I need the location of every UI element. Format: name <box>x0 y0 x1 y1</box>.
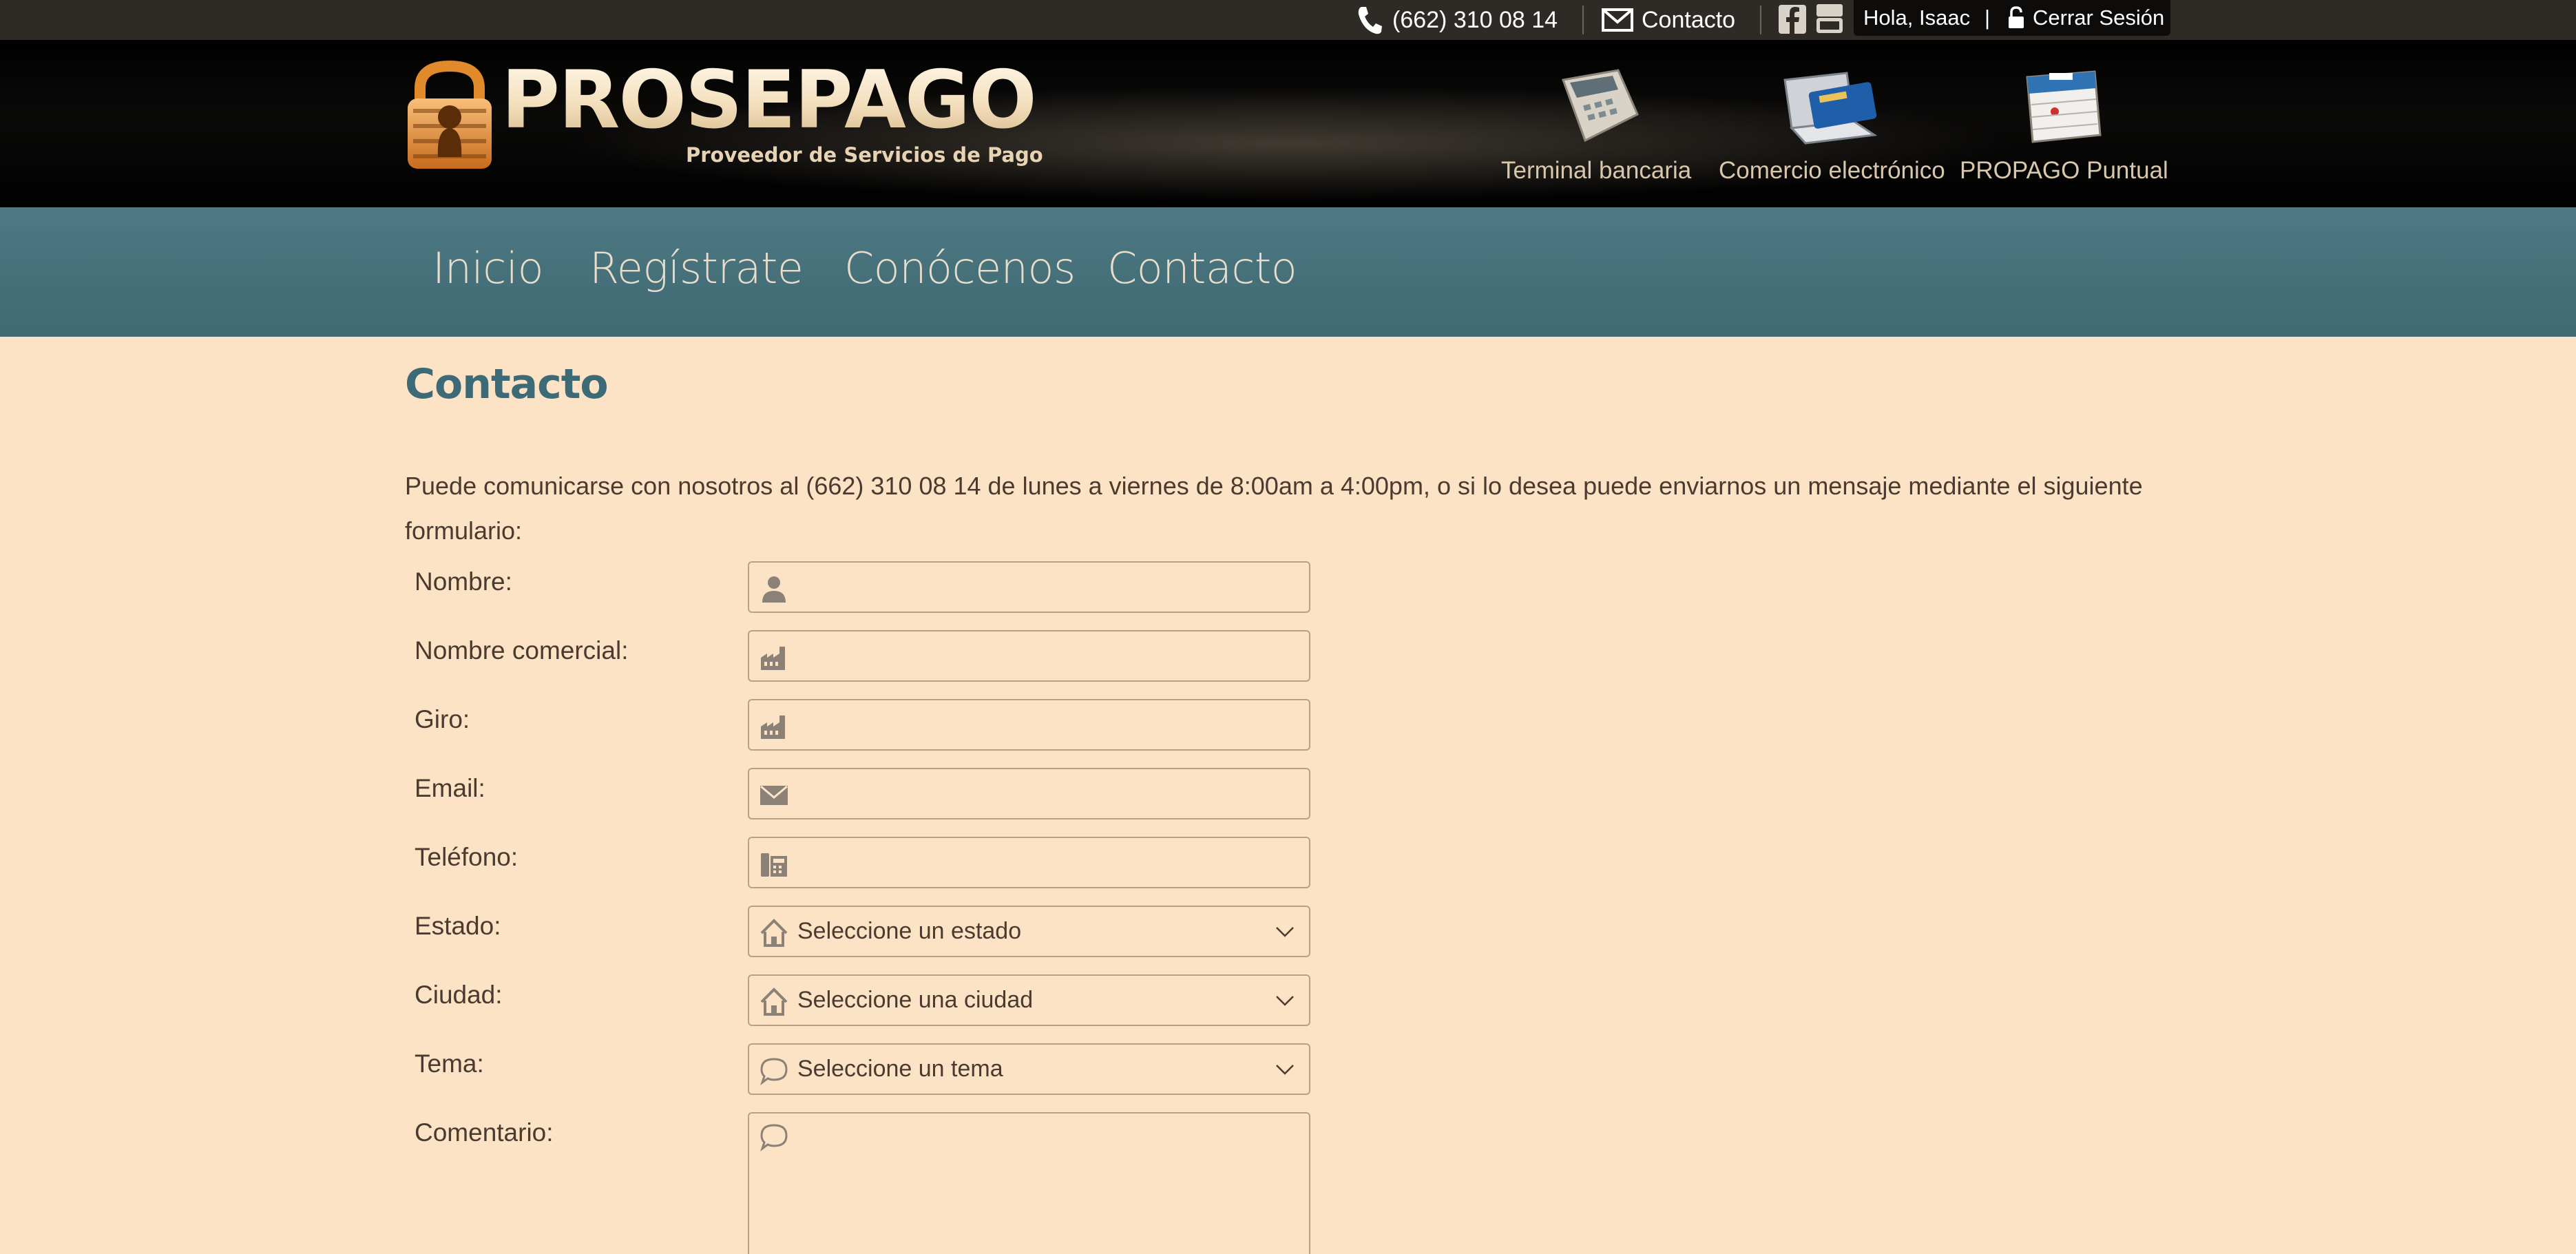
business-name-field[interactable] <box>748 630 1310 682</box>
nav-item-conocenos[interactable]: Conócenos <box>844 243 1076 293</box>
contact-link[interactable]: Contacto <box>1602 0 1735 40</box>
city-select[interactable]: Seleccione una ciudad <box>748 974 1310 1026</box>
nav-item-inicio[interactable]: Inicio <box>432 243 544 293</box>
name-input[interactable] <box>797 563 1268 612</box>
service-propago-puntual[interactable]: PROPAGO Puntual <box>1960 40 2168 207</box>
service-terminal-bancaria[interactable]: Terminal bancaria <box>1501 40 1691 207</box>
calendar-icon <box>2026 70 2102 143</box>
field-label: Ciudad: <box>415 981 503 1009</box>
site-header: PROSEPAGO Proveedor de Servicios de Pago… <box>0 40 2576 207</box>
phone-book-icon <box>761 853 787 877</box>
contact-label: Contacto <box>1642 6 1736 33</box>
state-select-value: Seleccione un estado <box>797 918 1022 944</box>
comment-textarea[interactable] <box>797 1122 1301 1254</box>
page-title: Contacto <box>405 360 609 408</box>
unlock-icon <box>2009 6 2024 28</box>
divider <box>1582 6 1584 34</box>
padlock-logo-icon <box>408 61 492 169</box>
user-greeting: Hola, Isaac <box>1863 6 1971 30</box>
factory-icon <box>761 647 785 670</box>
business-type-field[interactable] <box>748 699 1310 751</box>
phone-input[interactable] <box>797 838 1268 887</box>
nav-item-contacto[interactable]: Contacto <box>1107 243 1297 293</box>
envelope-icon <box>760 785 788 805</box>
field-label: Comentario: <box>415 1118 554 1147</box>
phone-icon <box>1358 7 1382 34</box>
service-label: PROPAGO Puntual <box>1960 157 2168 184</box>
house-icon <box>760 987 788 1016</box>
session-separator: | <box>1985 6 1991 30</box>
logout-link[interactable]: Cerrar Sesión <box>2033 6 2164 30</box>
phone-field[interactable] <box>748 837 1310 888</box>
business-type-input[interactable] <box>797 700 1268 749</box>
top-utility-bar: (662) 310 08 14 Contacto Hola, Isaac | C… <box>0 0 2576 40</box>
envelope-icon <box>1602 8 1633 32</box>
topic-select-value: Seleccione un tema <box>797 1056 1003 1082</box>
laptop-card-icon <box>1783 72 1878 145</box>
email-input[interactable] <box>797 769 1268 818</box>
state-select[interactable]: Seleccione un estado <box>748 906 1310 957</box>
user-session-box: Hola, Isaac | Cerrar Sesión <box>1854 0 2170 36</box>
user-icon <box>762 576 786 603</box>
phone-link[interactable]: (662) 310 08 14 <box>1357 0 1558 40</box>
field-label: Nombre: <box>415 567 512 596</box>
topic-select[interactable]: Seleccione un tema <box>748 1043 1310 1095</box>
speech-bubble-icon <box>760 1058 788 1086</box>
house-icon <box>760 919 788 947</box>
divider <box>1760 6 1761 34</box>
factory-icon <box>761 715 785 739</box>
city-select-value: Seleccione una ciudad <box>797 987 1034 1013</box>
email-field[interactable] <box>748 768 1310 819</box>
main-navigation: Inicio Regístrate Conócenos Contacto <box>0 207 2576 337</box>
field-label: Nombre comercial: <box>415 636 629 665</box>
nav-item-registrate[interactable]: Regístrate <box>589 243 804 293</box>
facebook-icon[interactable] <box>1778 4 1807 34</box>
chevron-down-icon <box>1276 927 1294 937</box>
brand-logo[interactable]: PROSEPAGO Proveedor de Servicios de Pago <box>405 61 1043 185</box>
card-terminal-icon <box>1561 69 1639 143</box>
comment-field[interactable] <box>748 1112 1310 1254</box>
youtube-icon[interactable] <box>1815 3 1844 34</box>
service-label: Terminal bancaria <box>1501 157 1692 184</box>
speech-bubble-icon <box>760 1124 788 1152</box>
brand-tagline: Proveedor de Servicios de Pago <box>686 143 1043 167</box>
field-label: Estado: <box>415 912 501 940</box>
brand-name: PROSEPAGO <box>501 54 1037 147</box>
chevron-down-icon <box>1276 1065 1294 1075</box>
business-name-input[interactable] <box>797 631 1268 680</box>
field-label: Teléfono: <box>415 843 519 871</box>
field-label: Giro: <box>415 705 470 733</box>
phone-number: (662) 310 08 14 <box>1392 6 1558 33</box>
field-label: Tema: <box>415 1049 484 1078</box>
service-comercio-electronico[interactable]: Comercio electrónico <box>1719 40 1945 207</box>
intro-text: Puede comunicarse con nosotros al (662) … <box>405 472 2143 545</box>
field-label: Email: <box>415 774 485 802</box>
service-label: Comercio electrónico <box>1719 157 1945 184</box>
name-field[interactable] <box>748 561 1310 613</box>
chevron-down-icon <box>1276 996 1294 1006</box>
